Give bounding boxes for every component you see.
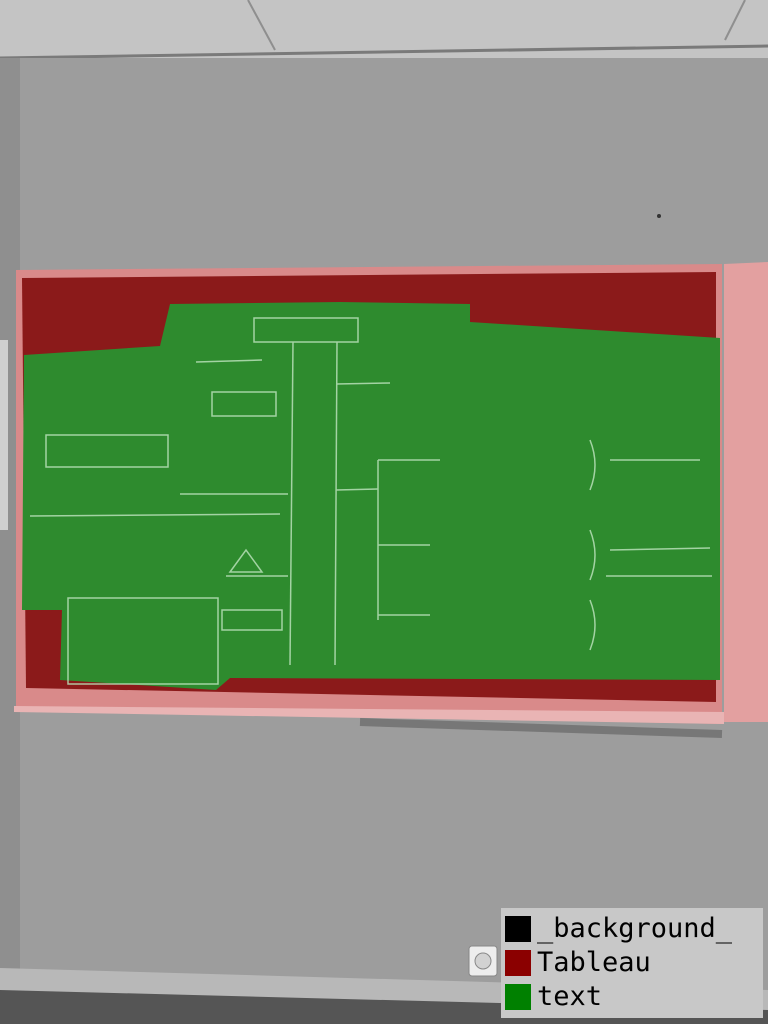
legend-swatch-background	[505, 916, 531, 942]
legend-item: _background_	[505, 912, 763, 946]
legend-item: Tableau	[505, 946, 763, 980]
outlet-socket	[474, 952, 492, 970]
legend-label-text: text	[537, 981, 603, 1012]
legend-swatch-tableau	[505, 950, 531, 976]
chalkboard-photo	[0, 0, 768, 1024]
legend-label-background: _background_	[537, 913, 733, 944]
wall-paper	[0, 340, 8, 530]
wall-mark	[657, 214, 661, 218]
legend-swatch-text	[505, 984, 531, 1010]
legend-item: text	[505, 980, 763, 1014]
text-mask-region	[22, 302, 720, 690]
board-side-panel-mask	[724, 262, 768, 722]
legend-label-tableau: Tableau	[537, 947, 651, 978]
segmentation-legend: _background_ Tableau text	[501, 908, 763, 1018]
